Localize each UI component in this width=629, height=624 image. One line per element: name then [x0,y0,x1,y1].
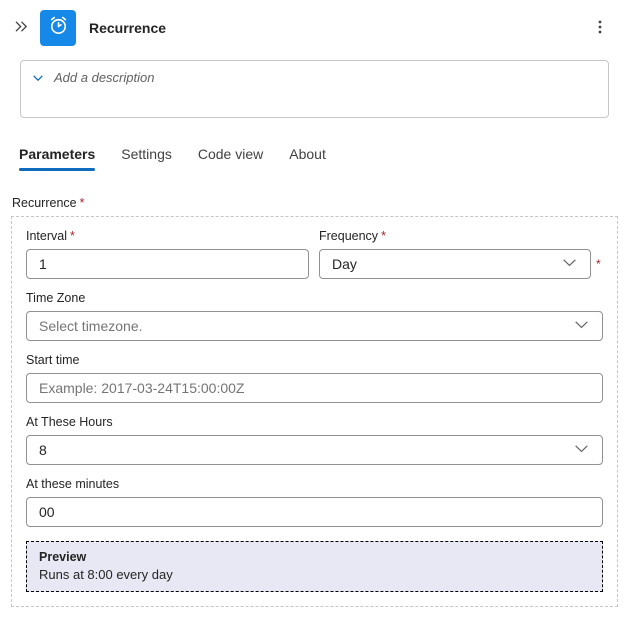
frequency-dropdown[interactable]: Day [319,249,591,279]
tab-bar: Parameters Settings Code view About [19,146,629,171]
timezone-field: Time Zone Select timezone. [26,291,603,341]
minutes-label: At these minutes [26,477,603,491]
interval-field: Interval* [26,229,309,279]
page-title: Recurrence [89,20,166,36]
minutes-input[interactable] [26,497,603,527]
timezone-label: Time Zone [26,291,603,305]
more-menu-button[interactable] [585,13,615,43]
tab-about[interactable]: About [289,146,326,171]
timezone-dropdown[interactable]: Select timezone. [26,311,603,341]
interval-label: Interval* [26,229,309,243]
start-time-field: Start time [26,353,603,403]
chevron-down-icon [31,71,45,110]
description-box[interactable]: Add a description [20,60,609,118]
vertical-ellipsis-icon [592,19,608,38]
preview-text: Runs at 8:00 every day [39,567,590,582]
chevron-down-icon [561,254,578,274]
hours-dropdown[interactable]: 8 [26,435,603,465]
preview-box: Preview Runs at 8:00 every day [26,541,603,592]
frequency-label: Frequency* [319,229,603,243]
tab-code-view[interactable]: Code view [198,146,263,171]
tab-parameters[interactable]: Parameters [19,146,95,171]
frequency-field: Frequency* Day * [319,229,603,279]
minutes-field: At these minutes [26,477,603,527]
timezone-placeholder: Select timezone. [39,318,143,334]
required-asterisk: * [596,257,603,271]
required-asterisk: * [381,229,386,243]
recurrence-panel: Recurrence Add a description Parameters … [0,0,629,607]
chevron-down-icon [573,440,590,460]
required-asterisk: * [80,196,85,210]
hours-value: 8 [39,442,47,458]
required-asterisk: * [70,229,75,243]
chevrons-right-icon [13,18,30,38]
frequency-value: Day [332,256,357,272]
start-time-input[interactable] [26,373,603,403]
recurrence-group-label: Recurrence* [12,196,629,210]
chevron-down-icon [573,316,590,336]
description-placeholder: Add a description [54,70,154,110]
collapse-panel-button[interactable] [6,13,36,43]
interval-input[interactable] [26,249,309,279]
panel-header: Recurrence [0,0,629,46]
recurrence-group: Interval* Frequency* Day [11,216,618,607]
recurrence-trigger-icon [40,10,76,46]
alarm-clock-icon [47,14,70,42]
hours-label: At These Hours [26,415,603,429]
start-time-label: Start time [26,353,603,367]
hours-field: At These Hours 8 [26,415,603,465]
preview-title: Preview [39,550,590,564]
tab-settings[interactable]: Settings [121,146,172,171]
